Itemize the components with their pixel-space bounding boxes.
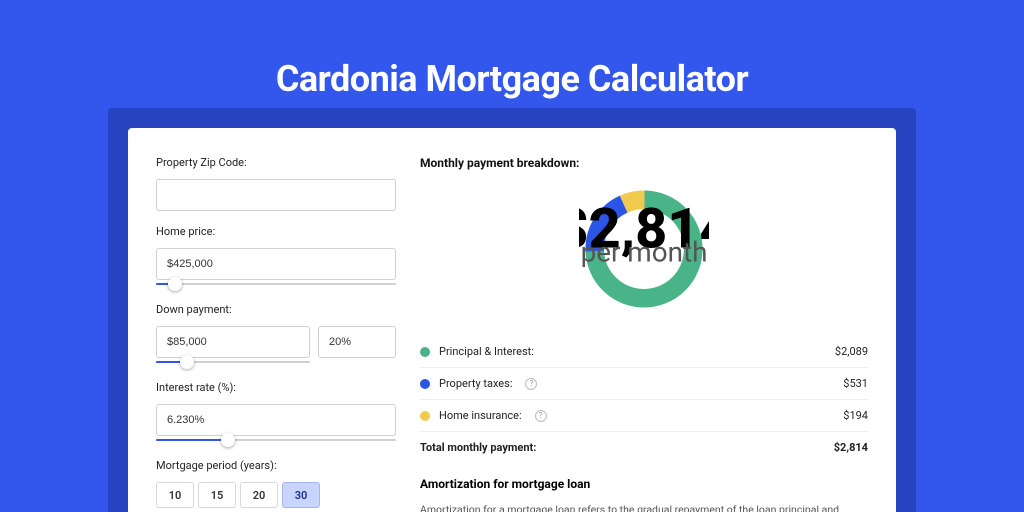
interest-field: Interest rate (%): (156, 381, 396, 445)
donut-center-sub: per month (581, 235, 708, 268)
donut-svg: $2,814 per month (579, 184, 709, 314)
home-price-slider[interactable] (156, 279, 396, 289)
period-option-30[interactable]: 30 (282, 482, 320, 508)
legend-row-total: Total monthly payment: $2,814 (420, 431, 868, 463)
legend-amount: $2,089 (835, 345, 868, 358)
page-title: Cardonia Mortgage Calculator (0, 0, 1024, 100)
home-price-field: Home price: (156, 225, 396, 289)
legend-amount: $194 (843, 409, 868, 422)
period-field: Mortgage period (years): 10 15 20 30 (156, 459, 396, 508)
calculator-card: Property Zip Code: Home price: Down paym… (128, 128, 896, 512)
slider-thumb[interactable] (168, 277, 182, 291)
home-price-label: Home price: (156, 225, 396, 238)
period-option-20[interactable]: 20 (240, 482, 278, 508)
info-icon[interactable]: ? (525, 378, 537, 390)
legend-label: Principal & Interest: (439, 345, 534, 358)
legend-row-insurance: Home insurance: ? $194 (420, 399, 868, 431)
period-options: 10 15 20 30 (156, 482, 396, 508)
legend-row-principal: Principal & Interest: $2,089 (420, 336, 868, 367)
interest-label: Interest rate (%): (156, 381, 396, 394)
legend: Principal & Interest: $2,089 Property ta… (420, 336, 868, 463)
down-payment-input[interactable] (156, 326, 310, 358)
zip-label: Property Zip Code: (156, 156, 396, 169)
interest-slider[interactable] (156, 435, 396, 445)
legend-dot-icon (420, 379, 430, 389)
period-option-10[interactable]: 10 (156, 482, 194, 508)
interest-input[interactable] (156, 404, 396, 436)
down-payment-slider[interactable] (156, 357, 310, 367)
legend-label: Property taxes: (439, 377, 512, 390)
down-payment-label: Down payment: (156, 303, 396, 316)
down-payment-field: Down payment: (156, 303, 396, 367)
info-icon[interactable]: ? (535, 410, 547, 422)
legend-dot-icon (420, 411, 430, 421)
breakdown-column: Monthly payment breakdown: $2,814 per mo… (420, 156, 868, 512)
legend-row-taxes: Property taxes: ? $531 (420, 367, 868, 399)
donut-chart: $2,814 per month (420, 184, 868, 314)
app-root: Cardonia Mortgage Calculator Property Zi… (0, 0, 1024, 512)
amortization-title: Amortization for mortgage loan (420, 477, 868, 491)
breakdown-title: Monthly payment breakdown: (420, 156, 868, 170)
slider-thumb[interactable] (180, 355, 194, 369)
total-label: Total monthly payment: (420, 441, 536, 454)
zip-field: Property Zip Code: (156, 156, 396, 211)
amortization-text: Amortization for a mortgage loan refers … (420, 503, 868, 512)
legend-dot-icon (420, 347, 430, 357)
input-column: Property Zip Code: Home price: Down paym… (156, 156, 396, 512)
down-payment-pct-input[interactable] (318, 326, 396, 358)
legend-amount: $531 (843, 377, 868, 390)
total-amount: $2,814 (834, 441, 868, 454)
slider-thumb[interactable] (221, 433, 235, 447)
legend-label: Home insurance: (439, 409, 522, 422)
zip-input[interactable] (156, 179, 396, 211)
period-option-15[interactable]: 15 (198, 482, 236, 508)
period-label: Mortgage period (years): (156, 459, 396, 472)
home-price-input[interactable] (156, 248, 396, 280)
